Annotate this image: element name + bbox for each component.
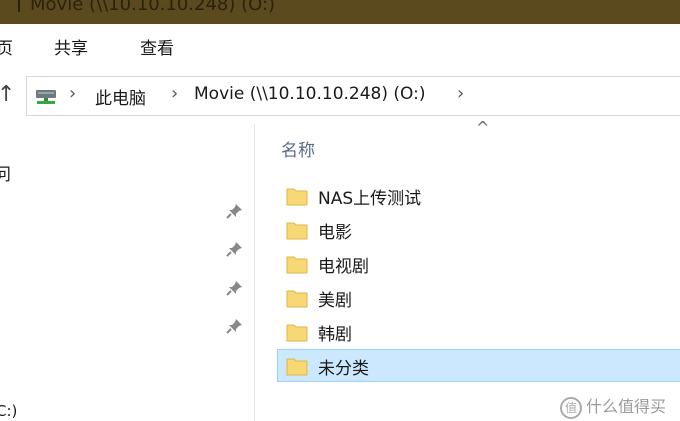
title-separator — [18, 0, 20, 12]
chevron-right-icon[interactable]: › — [171, 83, 178, 104]
watermark-logo-icon: 值 — [560, 396, 582, 419]
tab-view[interactable]: 查看 — [140, 34, 174, 59]
column-header-name[interactable]: 名称 — [281, 136, 315, 161]
folder-icon — [286, 358, 308, 376]
list-item[interactable]: 美剧 — [277, 281, 680, 314]
up-arrow-icon[interactable]: ↑ — [0, 82, 15, 107]
folder-icon — [286, 188, 308, 206]
tab-page[interactable]: 页 — [0, 34, 13, 59]
list-item-label: 电视剧 — [318, 257, 369, 277]
list-item[interactable]: 电视剧 — [277, 247, 680, 280]
title-bar: Movie (\\10.10.10.248) (O:) — [0, 0, 680, 24]
folder-icon — [286, 222, 308, 240]
tab-share[interactable]: 共享 — [54, 34, 88, 59]
breadcrumb-this-pc[interactable]: 此电脑 — [95, 84, 146, 109]
chevron-right-icon[interactable]: › — [69, 83, 76, 104]
file-list: ^ 名称 NAS上传测试 电影 电视剧 美剧 韩剧 未分类 — [255, 118, 680, 421]
breadcrumb-movie-drive[interactable]: Movie (\\10.10.10.248) (O:) — [194, 84, 425, 104]
watermark: 值什么值得买 — [560, 393, 666, 419]
pin-icon[interactable] — [226, 317, 244, 335]
pin-icon[interactable] — [226, 240, 244, 258]
nav-drive-fragment[interactable]: C:) — [0, 402, 17, 420]
folder-icon — [286, 324, 308, 342]
list-item-label: NAS上传测试 — [318, 189, 422, 209]
list-item[interactable]: 韩剧 — [277, 315, 680, 348]
list-item-label: 电影 — [318, 223, 352, 243]
pin-icon[interactable] — [226, 279, 244, 297]
address-row: ↑ › 此电脑 › Movie (\\10.10.10.248) (O:) › — [0, 68, 680, 124]
list-item-label: 未分类 — [318, 359, 369, 379]
watermark-text: 什么值得买 — [586, 397, 667, 416]
address-bar[interactable]: › 此电脑 › Movie (\\10.10.10.248) (O:) › — [26, 76, 680, 116]
list-item-selected[interactable]: 未分类 — [277, 349, 680, 382]
list-item-label: 美剧 — [318, 291, 352, 311]
sort-ascending-icon[interactable]: ^ — [476, 118, 489, 137]
nav-item-fragment[interactable]: 问 — [0, 160, 11, 185]
list-item[interactable]: 电影 — [277, 213, 680, 246]
network-drive-icon — [36, 90, 56, 104]
navigation-pane: 问 — [0, 124, 255, 421]
pin-icon[interactable] — [226, 202, 244, 220]
chevron-right-icon[interactable]: › — [457, 83, 464, 104]
folder-icon — [286, 290, 308, 308]
list-item[interactable]: NAS上传测试 — [277, 179, 680, 212]
list-item-label: 韩剧 — [318, 325, 352, 345]
window-title: Movie (\\10.10.10.248) (O:) — [30, 0, 276, 15]
ribbon: 页 共享 查看 — [0, 24, 680, 69]
folder-icon — [286, 256, 308, 274]
